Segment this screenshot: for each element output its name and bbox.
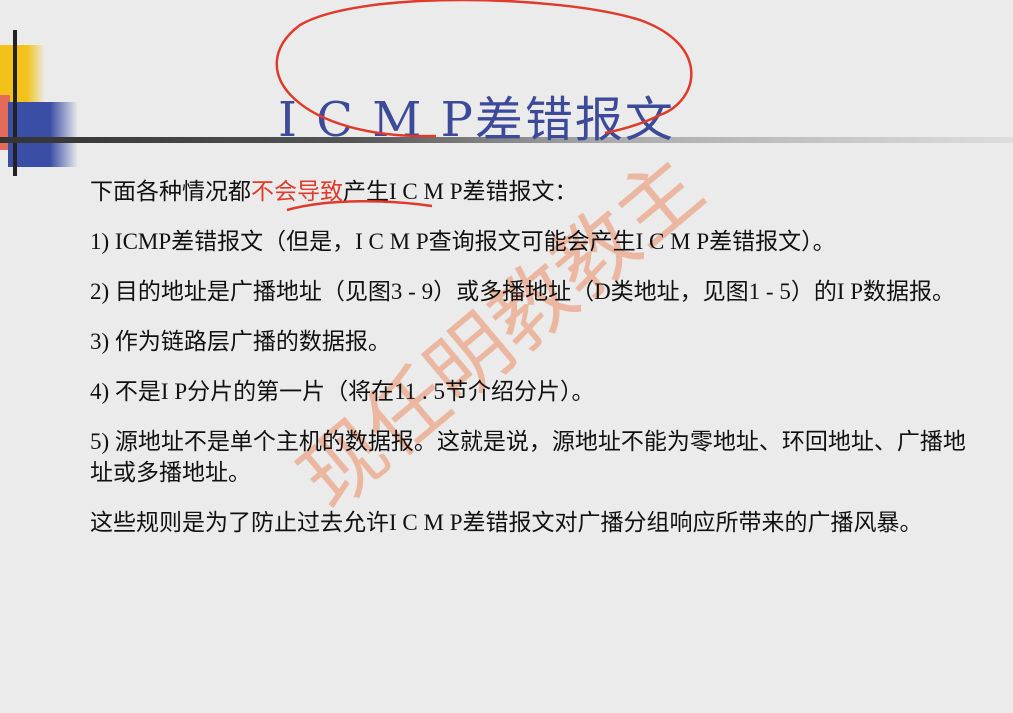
annotation-ellipse <box>275 0 693 138</box>
pen-annotations <box>275 0 693 212</box>
annotation-underline <box>286 199 433 212</box>
